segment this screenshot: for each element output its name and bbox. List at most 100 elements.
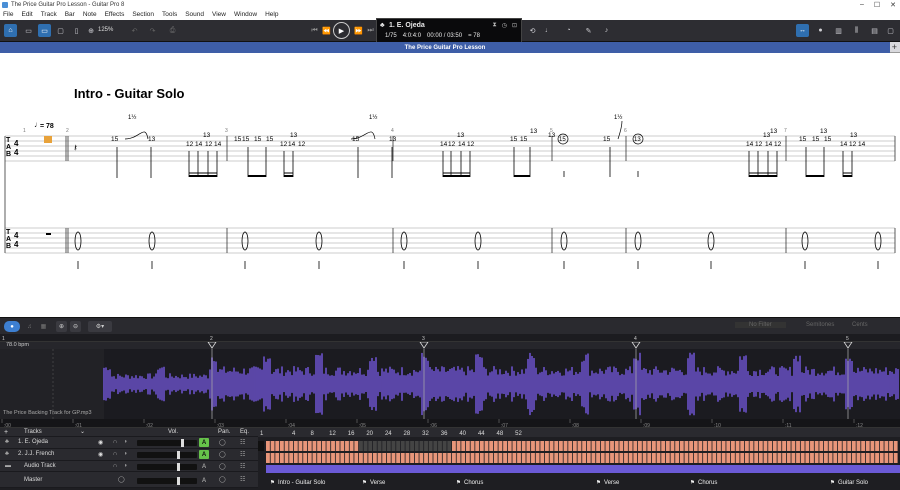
maximize-icon[interactable]: ☐ [874,1,880,9]
menu-edit[interactable]: Edit [21,11,32,18]
pan-knob-icon[interactable]: ◯ [219,463,226,470]
track1-bar [679,441,684,451]
loop-icon[interactable]: ⟲ [526,24,539,37]
home-icon[interactable]: ⌂ [4,24,17,37]
settings-icon[interactable]: ⚙▾ [88,321,112,332]
toggle-icon[interactable]: ● [4,321,20,332]
menu-section[interactable]: Section [132,11,154,18]
add-track-icon[interactable]: + [4,429,8,436]
eq-icon[interactable]: ☷ [240,439,245,446]
fret: 14 [288,141,296,148]
eq-icon[interactable]: ☷ [240,476,245,483]
eye-icon[interactable]: ◉ [98,451,103,458]
menu-help[interactable]: Help [265,11,278,18]
track2-bar [503,453,507,463]
pen-icon[interactable]: ✎ [582,24,595,37]
bar-number: 2 [66,128,69,134]
headphones-icon[interactable]: ∩ [113,439,117,445]
flow-icon[interactable]: ↔ [796,24,809,37]
lcd-track-name[interactable]: 1. E. Ojeda [389,22,425,29]
page-icon[interactable]: ▯ [70,24,83,37]
mute-icon[interactable]: ◗ [124,451,128,457]
chevron-down-icon[interactable]: ⌄ [80,428,85,435]
master-knob-icon[interactable]: ◯ [118,476,125,483]
screen-view-icon[interactable]: ▭ [38,24,51,37]
tuner-icon[interactable]: ♪ [600,24,613,37]
headphones-icon[interactable]: ∩ [113,451,117,457]
eq-icon[interactable]: ☷ [240,451,245,458]
audio-waveform[interactable]: The Price Backing Track for GP.mp3 [0,349,900,419]
pan-knob-icon[interactable]: ◯ [219,451,226,458]
volume-fader[interactable] [137,463,197,471]
headphones-icon[interactable]: ∩ [113,463,117,469]
mixer-icon[interactable]: ⫼ [850,24,863,37]
audio-ruler[interactable]: 1 2 3 4 5 [0,334,900,342]
document-tab[interactable]: The Price Guitar Pro Lesson [0,42,890,53]
zoom-out-icon[interactable]: ⊖ [70,321,81,332]
filter-select[interactable]: No Filter [735,322,786,328]
menu-effects[interactable]: Effects [105,11,125,18]
mute-icon[interactable]: ◗ [124,439,128,445]
bar-numbers: 1 2 3 4 5 6 7 [23,128,787,134]
section-marker: Chorus [464,480,483,486]
zoom-level[interactable]: 125% [98,27,113,33]
zoom-in-icon[interactable]: ⊕ [56,321,67,332]
piano-icon[interactable]: ▥ [832,24,845,37]
track-name[interactable]: 1. E. Ojeda [18,439,48,445]
track-name[interactable]: Master [24,477,42,483]
volume-fader[interactable] [137,451,197,459]
bpm-lane[interactable]: 78.0 bpm [0,342,900,349]
fullscreen-icon[interactable]: ▢ [884,24,897,37]
pan-knob-icon[interactable]: ◯ [219,439,226,446]
track-name[interactable]: Audio Track [24,463,56,469]
track1-bar [293,441,298,451]
flag-icon: ⚑ [596,479,601,486]
countdown-icon[interactable]: ◔ [562,24,575,37]
menu-window[interactable]: Window [234,11,257,18]
track-row[interactable]: Master ◯ A ◯ ☷ [0,472,258,488]
eye-icon[interactable]: ◉ [98,439,103,446]
mic-icon[interactable]: ♫ [24,321,35,332]
play-button[interactable]: ▶ [333,22,350,39]
close-icon[interactable]: ✕ [890,1,896,9]
waveform-graphic [0,349,899,419]
automation-button[interactable]: A [199,462,209,471]
undo-icon[interactable]: ↶ [128,24,141,37]
menu-track[interactable]: Track [41,11,57,18]
tablet-view-icon[interactable]: ▢ [54,24,67,37]
menu-view[interactable]: View [212,11,226,18]
mute-icon[interactable]: ◗ [124,463,128,469]
menu-sound[interactable]: Sound [185,11,204,18]
automation-button[interactable]: A [199,450,209,459]
automation-button[interactable]: A [199,438,209,447]
track-row[interactable]: ♣ 1. E. Ojeda ◉ ∩ ◗ A ◯ ☷ [0,437,258,449]
zoom-icon[interactable]: ⊕ [84,24,98,37]
volume-fader[interactable] [137,439,197,447]
score-area[interactable]: Intro - Guitar Solo TAB 4 4 T A B 4 4 ♩ … [0,53,900,317]
minimize-icon[interactable]: – [860,1,864,9]
redo-icon[interactable]: ↷ [146,24,159,37]
metronome-icon[interactable]: ♩ [542,24,555,37]
track-row[interactable]: ▬ Audio Track ∩ ◗ A ◯ ☷ [0,461,258,472]
print-icon[interactable]: ⎙ [166,24,179,37]
track1-bar [405,441,410,451]
track1-bar [600,441,605,451]
track-name[interactable]: 2. J.J. French [18,451,54,457]
panel-icon[interactable]: ▤ [868,24,881,37]
fret: 13 [850,132,858,139]
add-tab-icon[interactable]: + [892,42,897,52]
eq-icon[interactable]: ☷ [240,463,245,470]
menu-tools[interactable]: Tools [162,11,177,18]
menu-file[interactable]: File [3,11,13,18]
guitar-icon[interactable]: ● [814,24,827,37]
edit-audio-icon[interactable]: ▦ [38,321,49,332]
automation-button[interactable]: A [199,476,209,485]
track2-bar [479,453,484,463]
page-view-icon[interactable]: ▭ [22,24,35,37]
track-row[interactable]: ♣ 2. J.J. French ◉ ∩ ◗ A ◯ ☷ [0,449,258,461]
pan-knob-icon[interactable]: ◯ [219,476,226,483]
rewind-icon[interactable]: ⏪ [320,24,333,37]
menu-note[interactable]: Note [83,11,97,18]
volume-fader[interactable] [137,477,197,485]
menu-bar[interactable]: Bar [65,11,75,18]
